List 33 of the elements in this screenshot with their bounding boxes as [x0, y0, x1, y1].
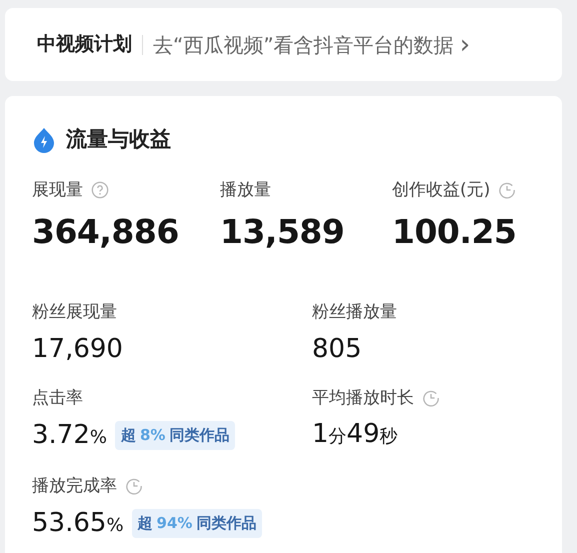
metric-label: 点击率 — [32, 386, 83, 410]
metric-value: 49 — [346, 421, 380, 447]
lightning-icon — [32, 126, 56, 153]
metric-label: 播放完成率 — [32, 474, 117, 498]
metric-label: 展现量 — [32, 178, 83, 202]
metric-label: 播放量 — [220, 178, 271, 202]
banner-card[interactable]: 中视频计划 去“西瓜视频”看含抖音平台的数据 › — [5, 8, 562, 81]
chevron-icon: › — [460, 32, 470, 58]
comparison-badge: 超 94% 同类作品 — [132, 509, 262, 538]
metric-value: 3.72 — [32, 422, 90, 448]
help-icon[interactable] — [91, 181, 109, 200]
clock-icon[interactable] — [125, 477, 143, 496]
metric-value: 805 — [312, 336, 362, 362]
metric-label: 粉丝展现量 — [32, 301, 117, 324]
metric-label: 创作收益(元) — [392, 178, 490, 202]
metric-value: 364,886 — [32, 215, 180, 248]
metric-label: 粉丝播放量 — [312, 301, 397, 324]
banner-title: 中视频计划 — [37, 32, 132, 58]
comparison-badge: 超 8% 同类作品 — [115, 421, 236, 450]
metric-value: 17,690 — [32, 336, 123, 362]
metric-value: 100.25 — [392, 215, 518, 248]
metric-value: 1 — [312, 421, 329, 447]
metric-unit: 分 — [328, 428, 347, 446]
section-title: 流量与收益 — [66, 126, 171, 153]
metric-unit: 秒 — [380, 428, 398, 446]
banner-link[interactable]: 去“西瓜视频”看含抖音平台的数据 — [153, 30, 454, 60]
metric-unit: % — [106, 517, 124, 536]
metric-value: 53.65 — [32, 510, 106, 536]
clock-icon[interactable] — [498, 181, 516, 200]
clock-icon[interactable] — [422, 389, 440, 408]
metric-value: 13,589 — [220, 215, 346, 248]
metric-label: 平均播放时长 — [312, 386, 414, 410]
metric-unit: % — [90, 429, 107, 448]
